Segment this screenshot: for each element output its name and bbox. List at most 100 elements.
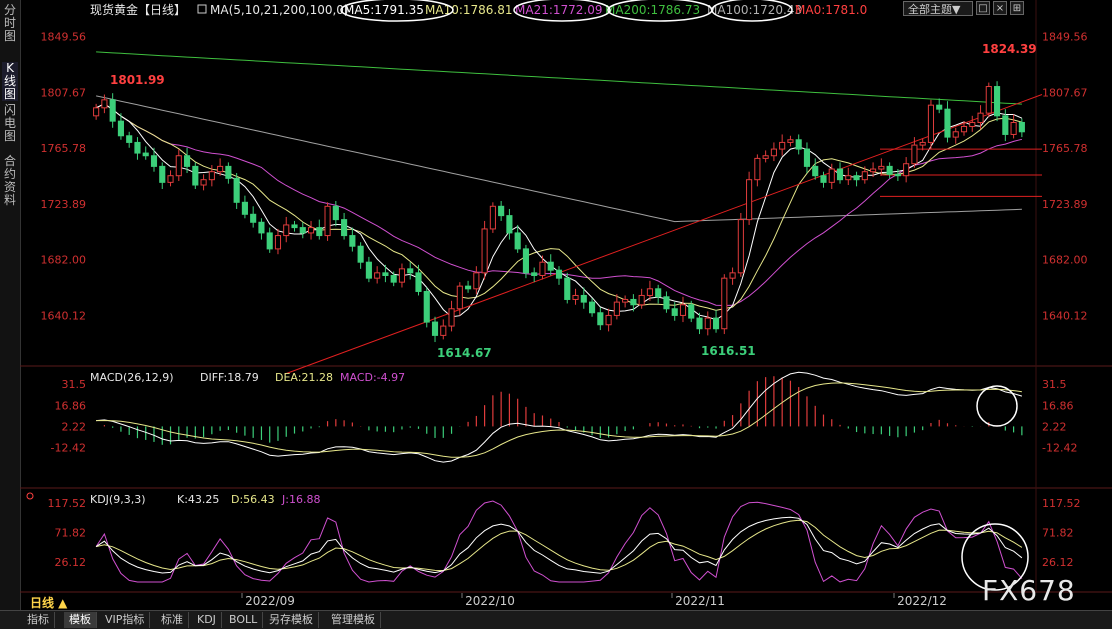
candle-body xyxy=(465,285,472,290)
candle-body xyxy=(754,157,761,181)
bottom-tab-7[interactable]: 管理模板 xyxy=(326,612,381,628)
ma200-line xyxy=(96,51,1022,105)
candle-body xyxy=(646,288,653,296)
macd-tick-right-0: 31.5 xyxy=(1042,378,1067,391)
bottom-tab-0[interactable]: 指标 xyxy=(22,612,55,628)
window-button[interactable]: □ xyxy=(976,1,990,15)
candle-body xyxy=(126,135,133,143)
price-tick-left-3: 1723.89 xyxy=(41,198,87,211)
bottom-tab-3[interactable]: 标准 xyxy=(156,612,189,628)
close-icon[interactable]: × xyxy=(993,1,1007,15)
candle-body xyxy=(415,272,422,292)
kdj-d-label: D:56.43 xyxy=(231,493,275,506)
tab-lightning-chart[interactable]: 闪电图 xyxy=(2,104,18,143)
candle-body xyxy=(746,179,753,221)
kdj-title: KDJ(9,3,3) xyxy=(90,493,146,506)
candle-body xyxy=(1002,115,1009,135)
price-tick-right-0: 1849.56 xyxy=(1042,31,1088,44)
candle-body xyxy=(919,141,926,146)
tab-timeshare-chart[interactable]: 分时图 xyxy=(2,4,18,43)
candle-body xyxy=(233,177,240,203)
candle-body xyxy=(994,86,1001,117)
candle-body xyxy=(663,296,670,310)
candle-body xyxy=(390,275,397,283)
macd-tick-right-2: 2.22 xyxy=(1042,420,1067,433)
candle-body xyxy=(1018,121,1025,133)
candle-body xyxy=(299,227,306,234)
bottom-tab-6[interactable]: 另存模板 xyxy=(264,612,319,628)
candle-body xyxy=(183,155,191,167)
candle-body xyxy=(605,314,612,326)
candle-body xyxy=(779,141,786,150)
candle-body xyxy=(324,205,331,237)
candle-body xyxy=(448,308,455,327)
kdj-tick-left-1: 71.82 xyxy=(55,526,87,539)
bottom-tab-2[interactable]: VIP指标 xyxy=(100,612,151,628)
candle-body xyxy=(250,213,257,223)
tab-kline-chart[interactable]: K线图 xyxy=(2,62,18,101)
candle-body xyxy=(770,148,777,157)
candle-body xyxy=(283,224,290,237)
candle-body xyxy=(357,245,364,263)
ma200-label: MA200:1786.73 xyxy=(605,3,700,17)
candle-body xyxy=(291,224,298,229)
candle-body xyxy=(622,298,629,303)
kdj-j-line xyxy=(95,500,1023,583)
candle-body xyxy=(564,277,571,300)
tab-contract-info[interactable]: 合约资料 xyxy=(2,155,18,207)
macd-highlight-circle xyxy=(976,385,1018,427)
macd-tick-left-2: 2.22 xyxy=(62,420,87,433)
ma21-label: MA21:1772.09 xyxy=(515,3,603,17)
candle-body xyxy=(853,175,860,181)
price-annotation-0: 1801.99 xyxy=(110,73,165,87)
candle-body xyxy=(927,104,935,143)
macd-dea-line xyxy=(96,382,1022,458)
ma10-label: MA10:1786.81 xyxy=(425,3,513,17)
candle-body xyxy=(655,288,662,298)
candle-body xyxy=(679,304,687,316)
date-label-1: 2022/10 xyxy=(465,594,515,608)
candle-body xyxy=(225,165,232,179)
kdj-tick-right-0: 117.52 xyxy=(1042,497,1081,510)
candle-body xyxy=(870,168,877,173)
candle-body xyxy=(539,261,546,277)
kdj-tick-right-2: 26.12 xyxy=(1042,556,1074,569)
candle-body xyxy=(861,171,868,181)
candle-body xyxy=(836,168,844,181)
candle-body xyxy=(820,175,827,183)
candle-body xyxy=(258,221,265,234)
price-tick-left-0: 1849.56 xyxy=(41,31,87,44)
macd-tick-left-3: -12.42 xyxy=(51,441,86,454)
date-label-2: 2022/11 xyxy=(675,594,725,608)
candle-body xyxy=(729,272,736,279)
candle-body xyxy=(208,171,215,181)
candle-body xyxy=(341,219,348,237)
candle-body xyxy=(903,163,910,177)
candle-body xyxy=(159,165,166,183)
candle-body xyxy=(498,205,505,217)
bottom-tab-1[interactable]: 模板 xyxy=(64,612,97,628)
candle-body xyxy=(688,304,695,319)
grid-icon[interactable]: ⊞ xyxy=(1010,1,1024,15)
candle-body xyxy=(109,99,116,122)
candle-body xyxy=(795,139,802,150)
candle-body xyxy=(150,155,158,167)
candle-body xyxy=(332,205,339,221)
candle-body xyxy=(712,317,720,330)
kdj-j-label: J:16.88 xyxy=(281,493,320,506)
candle-body xyxy=(274,235,282,250)
candle-body xyxy=(522,248,530,274)
price-tick-right-1: 1807.67 xyxy=(1042,86,1088,99)
candle-body xyxy=(737,219,744,274)
price-tick-right-5: 1640.12 xyxy=(1042,309,1088,322)
theme-selector[interactable]: 全部主题▼ xyxy=(903,1,973,16)
candle-body xyxy=(886,165,893,175)
candle-body xyxy=(911,144,918,165)
candle-body xyxy=(787,139,794,143)
bottom-tab-5[interactable]: BOLL xyxy=(224,612,264,628)
period-label[interactable]: 日线 ▲ xyxy=(30,594,67,611)
kdj-tick-right-1: 71.82 xyxy=(1042,526,1074,539)
candle-body xyxy=(200,179,207,186)
macd-title: MACD(26,12,9) xyxy=(90,371,174,384)
bottom-tab-4[interactable]: KDJ xyxy=(192,612,222,628)
